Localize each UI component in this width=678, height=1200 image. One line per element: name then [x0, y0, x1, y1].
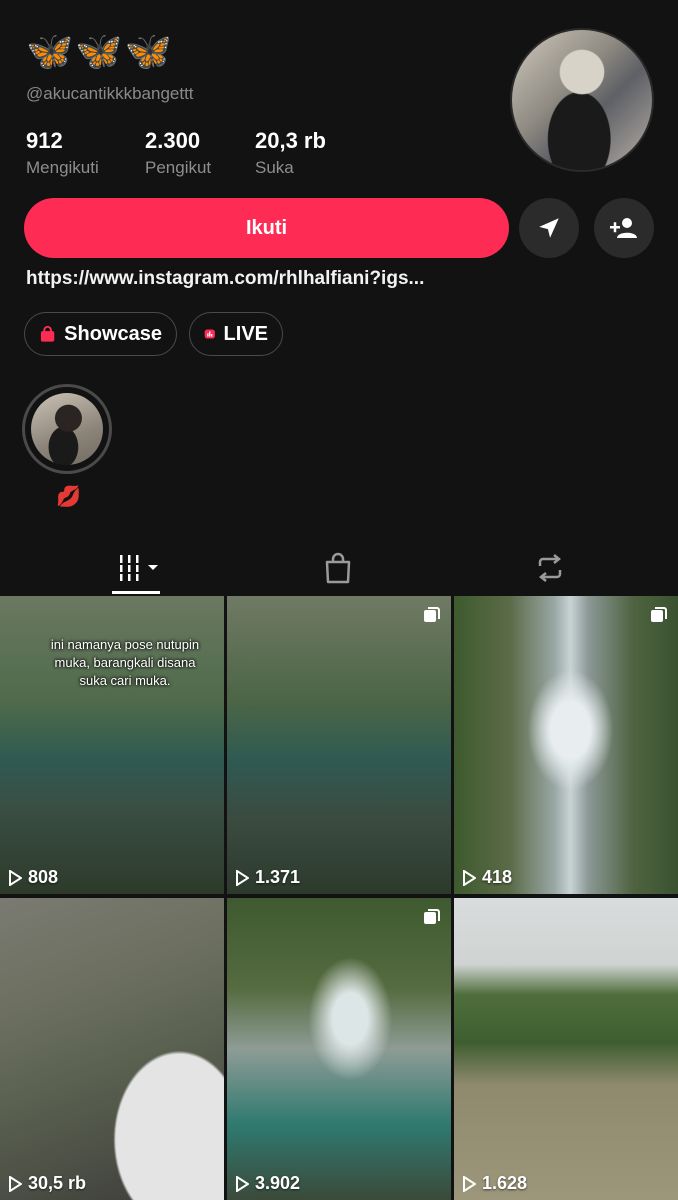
- video-thumbnail[interactable]: 418: [454, 596, 678, 894]
- video-grid: ini namanya pose nutupin muka, barangkal…: [0, 596, 678, 1200]
- live-label: LIVE: [223, 322, 268, 345]
- stat-followers[interactable]: 2.300 Pengikut: [145, 128, 211, 178]
- profile-handle: @akucantikkkbangettt: [26, 84, 194, 103]
- stat-value: 20,3 rb: [255, 128, 326, 153]
- view-count-value: 3.902: [255, 1173, 301, 1193]
- video-thumbnail[interactable]: 30,5 rb: [0, 898, 224, 1200]
- view-count-value: 1.371: [255, 867, 301, 887]
- story-highlight[interactable]: [22, 384, 112, 474]
- view-count-value: 808: [28, 867, 59, 887]
- shopping-bag-icon: [325, 552, 351, 584]
- stat-label: Pengikut: [145, 158, 212, 177]
- tab-shop[interactable]: [258, 540, 418, 596]
- multi-photo-icon: [424, 909, 440, 924]
- add-user-icon: [610, 218, 637, 238]
- play-icon: [463, 869, 476, 886]
- view-count: 418: [462, 867, 512, 888]
- stat-value: 912: [26, 128, 63, 153]
- play-icon: [463, 1175, 476, 1192]
- view-count: 3.902: [235, 1173, 300, 1194]
- highlight-thumbnail: [31, 393, 103, 465]
- bio-link[interactable]: https://www.instagram.com/rhlhalfiani?ig…: [26, 268, 424, 290]
- add-friend-button[interactable]: [594, 198, 654, 258]
- view-count: 808: [8, 867, 58, 888]
- showcase-label: Showcase: [64, 322, 162, 345]
- highlight-label: 💋: [56, 486, 81, 508]
- content-tabs: [0, 540, 678, 596]
- message-button[interactable]: [519, 198, 579, 258]
- live-icon: [204, 329, 215, 339]
- multi-photo-icon: [651, 607, 667, 622]
- profile-title: 🦋🦋🦋: [26, 31, 174, 73]
- multi-photo-icon: [424, 607, 440, 622]
- video-thumbnail[interactable]: 3.902: [227, 898, 451, 1200]
- play-icon: [9, 869, 22, 886]
- view-count-value: 30,5 rb: [28, 1173, 87, 1193]
- showcase-chip[interactable]: Showcase: [24, 312, 177, 356]
- video-caption: ini namanya pose nutupin muka, barangkal…: [50, 637, 200, 688]
- view-count: 1.371: [235, 867, 300, 888]
- view-count-value: 1.628: [482, 1173, 528, 1193]
- play-icon: [236, 1175, 249, 1192]
- follow-button[interactable]: Ikuti: [24, 198, 509, 258]
- stat-label: Mengikuti: [26, 158, 99, 177]
- tab-videos[interactable]: [60, 540, 220, 596]
- stat-label: Suka: [255, 158, 294, 177]
- view-count: 1.628: [462, 1173, 527, 1194]
- grid-icon: [120, 555, 158, 581]
- view-count: 30,5 rb: [8, 1173, 86, 1194]
- video-thumbnail[interactable]: 1.371: [227, 596, 451, 894]
- video-thumbnail[interactable]: 1.628: [454, 898, 678, 1200]
- play-icon: [9, 1175, 22, 1192]
- view-count-value: 418: [482, 867, 513, 887]
- live-chip[interactable]: LIVE: [189, 312, 283, 356]
- send-icon: [539, 218, 559, 238]
- play-icon: [236, 869, 249, 886]
- repost-icon: [538, 554, 562, 582]
- stat-likes[interactable]: 20,3 rb Suka: [255, 128, 326, 178]
- active-tab-indicator: [112, 591, 160, 594]
- stat-following[interactable]: 912 Mengikuti: [26, 128, 99, 178]
- shopping-bag-icon: [40, 325, 55, 342]
- tab-reposts[interactable]: [470, 540, 630, 596]
- avatar[interactable]: [510, 28, 654, 172]
- video-thumbnail[interactable]: ini namanya pose nutupin muka, barangkal…: [0, 596, 224, 894]
- stat-value: 2.300: [145, 128, 201, 153]
